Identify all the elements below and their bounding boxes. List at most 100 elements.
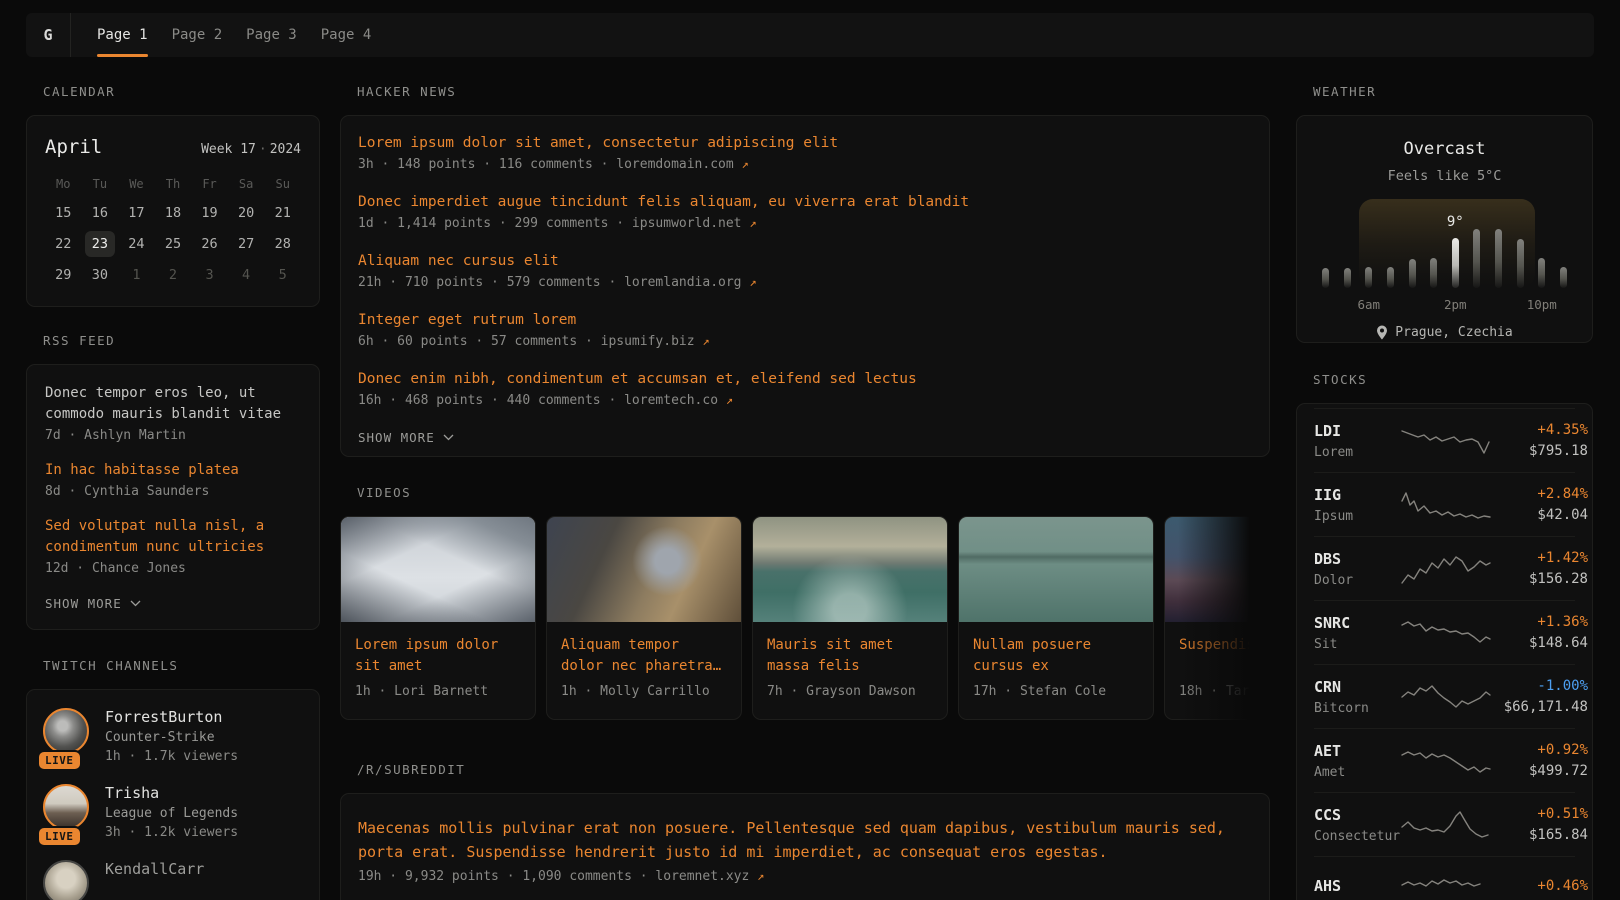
stock-sparkline — [1400, 489, 1492, 521]
weather-bar — [1322, 268, 1329, 288]
page-tab[interactable]: Page 1 — [85, 13, 160, 57]
stock-ticker[interactable]: DBS — [1314, 550, 1400, 568]
page-tab[interactable]: Page 4 — [309, 13, 384, 57]
news-title-link[interactable]: Donec imperdiet augue tincidunt felis al… — [358, 194, 1252, 210]
stock-ticker[interactable]: CCS — [1314, 806, 1400, 824]
rss-widget: Donec tempor eros leo, ut commodo mauris… — [26, 364, 320, 630]
page-tab[interactable]: Page 2 — [160, 13, 235, 57]
stock-sparkline — [1400, 809, 1492, 841]
external-link-icon[interactable]: ↗ — [757, 869, 764, 883]
stock-ticker[interactable]: CRN — [1314, 678, 1400, 696]
rss-item: Donec tempor eros leo, ut commodo mauris… — [45, 383, 301, 443]
avatar[interactable]: LIVE — [43, 860, 89, 900]
calendar-day[interactable]: 23 — [85, 231, 115, 257]
calendar-day[interactable]: 18 — [158, 200, 188, 226]
stock-row[interactable]: IIG Ipsum +2.84% $42.04 — [1314, 472, 1575, 536]
calendar-day[interactable]: 2 — [158, 262, 188, 288]
video-thumbnail[interactable] — [753, 517, 947, 622]
rss-item: In hac habitasse platea 8d · Cynthia Sau… — [45, 460, 301, 499]
stock-change: -1.00% — [1492, 678, 1588, 694]
video-thumbnail[interactable] — [959, 517, 1153, 622]
video-card[interactable]: Mauris sit amet massa felis 7h · Grayson… — [752, 516, 948, 720]
stock-row[interactable]: AHS +0.46% — [1314, 856, 1575, 900]
stock-price: $66,171.48 — [1492, 699, 1588, 715]
calendar-day[interactable]: 24 — [121, 231, 151, 257]
video-title-link[interactable]: Mauris sit amet massa felis — [767, 635, 933, 677]
stock-row[interactable]: CRN Bitcorn -1.00% $66,171.48 — [1314, 664, 1575, 728]
app-logo[interactable]: G — [26, 13, 70, 57]
channel-name[interactable]: KendallCarr — [105, 860, 204, 878]
calendar-day[interactable]: 15 — [48, 200, 78, 226]
video-card[interactable]: Lorem ipsum dolor sit amet consectetu… 1… — [340, 516, 536, 720]
stock-ticker[interactable]: IIG — [1314, 486, 1400, 504]
video-title-link[interactable]: Suspendisse diam — [1179, 635, 1270, 677]
stock-row[interactable]: SNRC Sit +1.36% $148.64 — [1314, 600, 1575, 664]
twitch-channel[interactable]: LIVE Trisha League of Legends 3h · 1.2k … — [43, 784, 303, 840]
video-title-link[interactable]: Nullam posuere cursus ex — [973, 635, 1139, 677]
video-card[interactable]: Aliquam tempor dolor nec pharetra… 1h · … — [546, 516, 742, 720]
external-link-icon[interactable]: ↗ — [749, 216, 756, 230]
stock-sparkline-wrap — [1400, 809, 1492, 841]
stock-values: -1.00% $66,171.48 — [1492, 678, 1588, 715]
reddit-post-link[interactable]: Maecenas mollis pulvinar erat non posuer… — [358, 816, 1252, 864]
video-thumbnail[interactable] — [341, 517, 535, 622]
video-thumbnail[interactable] — [547, 517, 741, 622]
calendar-day[interactable]: 21 — [268, 200, 298, 226]
calendar-day[interactable]: 27 — [231, 231, 261, 257]
page-tab[interactable]: Page 3 — [234, 13, 309, 57]
video-title-link[interactable]: Aliquam tempor dolor nec pharetra… — [561, 635, 727, 677]
external-link-icon[interactable]: ↗ — [749, 275, 756, 289]
daylight-highlight — [1359, 199, 1535, 288]
stock-ticker[interactable]: SNRC — [1314, 614, 1400, 632]
calendar-day[interactable]: 19 — [195, 200, 225, 226]
stock-ticker[interactable]: AET — [1314, 742, 1400, 760]
stock-ticker[interactable]: LDI — [1314, 422, 1400, 440]
rss-item-link[interactable]: Donec tempor eros leo, ut commodo mauris… — [45, 383, 301, 425]
twitch-channel[interactable]: LIVE ForrestBurton Counter-Strike 1h · 1… — [43, 708, 303, 764]
video-card[interactable]: Suspendisse diam 18h · Tara — [1164, 516, 1270, 720]
stock-row[interactable]: AET Amet +0.92% $499.72 — [1314, 728, 1575, 792]
stock-row[interactable]: DBS Dolor +1.42% $156.28 — [1314, 536, 1575, 600]
channel-name[interactable]: Trisha — [105, 784, 238, 802]
calendar-day[interactable]: 1 — [121, 262, 151, 288]
news-title-link[interactable]: Donec enim nibh, condimentum et accumsan… — [358, 371, 1252, 387]
calendar-day[interactable]: 4 — [231, 262, 261, 288]
calendar-week-year: Week 17·2024 — [201, 142, 301, 157]
calendar-day[interactable]: 30 — [85, 262, 115, 288]
external-link-icon[interactable]: ↗ — [726, 393, 733, 407]
calendar-day[interactable]: 29 — [48, 262, 78, 288]
stock-row[interactable]: CCS Consectetur +0.51% $165.84 — [1314, 792, 1575, 856]
video-title-link[interactable]: Lorem ipsum dolor sit amet consectetu… — [355, 635, 521, 677]
rss-item-link[interactable]: Sed volutpat nulla nisl, a condimentum n… — [45, 516, 301, 558]
video-card[interactable]: Nullam posuere cursus ex 17h · Stefan Co… — [958, 516, 1154, 720]
external-link-icon[interactable]: ↗ — [702, 334, 709, 348]
twitch-channel[interactable]: LIVE KendallCarr — [43, 860, 303, 900]
calendar-day[interactable]: 26 — [195, 231, 225, 257]
stock-ticker[interactable]: AHS — [1314, 877, 1400, 895]
weather-bar-slot — [1409, 226, 1416, 288]
news-title-link[interactable]: Lorem ipsum dolor sit amet, consectetur … — [358, 135, 1252, 151]
news-title-link[interactable]: Integer eget rutrum lorem — [358, 312, 1252, 328]
calendar-day[interactable]: 20 — [231, 200, 261, 226]
reddit-post: Maecenas mollis pulvinar erat non posuer… — [358, 816, 1252, 884]
calendar-day[interactable]: 17 — [121, 200, 151, 226]
calendar-day[interactable]: 25 — [158, 231, 188, 257]
rss-item-link[interactable]: In hac habitasse platea — [45, 460, 301, 481]
video-thumbnail[interactable] — [1165, 517, 1270, 622]
weather-bar — [1387, 267, 1394, 288]
avatar-image — [43, 784, 89, 830]
avatar[interactable]: LIVE — [43, 708, 89, 764]
calendar-day[interactable]: 28 — [268, 231, 298, 257]
stock-change: +0.51% — [1492, 806, 1588, 822]
calendar-day[interactable]: 5 — [268, 262, 298, 288]
calendar-day[interactable]: 3 — [195, 262, 225, 288]
calendar-day[interactable]: 16 — [85, 200, 115, 226]
external-link-icon[interactable]: ↗ — [742, 157, 749, 171]
news-title-link[interactable]: Aliquam nec cursus elit — [358, 253, 1252, 269]
stock-row[interactable]: LDI Lorem +4.35% $795.18 — [1314, 408, 1575, 472]
rss-show-more-button[interactable]: SHOW MORE — [45, 596, 301, 611]
hackernews-show-more-button[interactable]: SHOW MORE — [358, 430, 1252, 445]
channel-name[interactable]: ForrestBurton — [105, 708, 238, 726]
avatar[interactable]: LIVE — [43, 784, 89, 840]
calendar-day[interactable]: 22 — [48, 231, 78, 257]
